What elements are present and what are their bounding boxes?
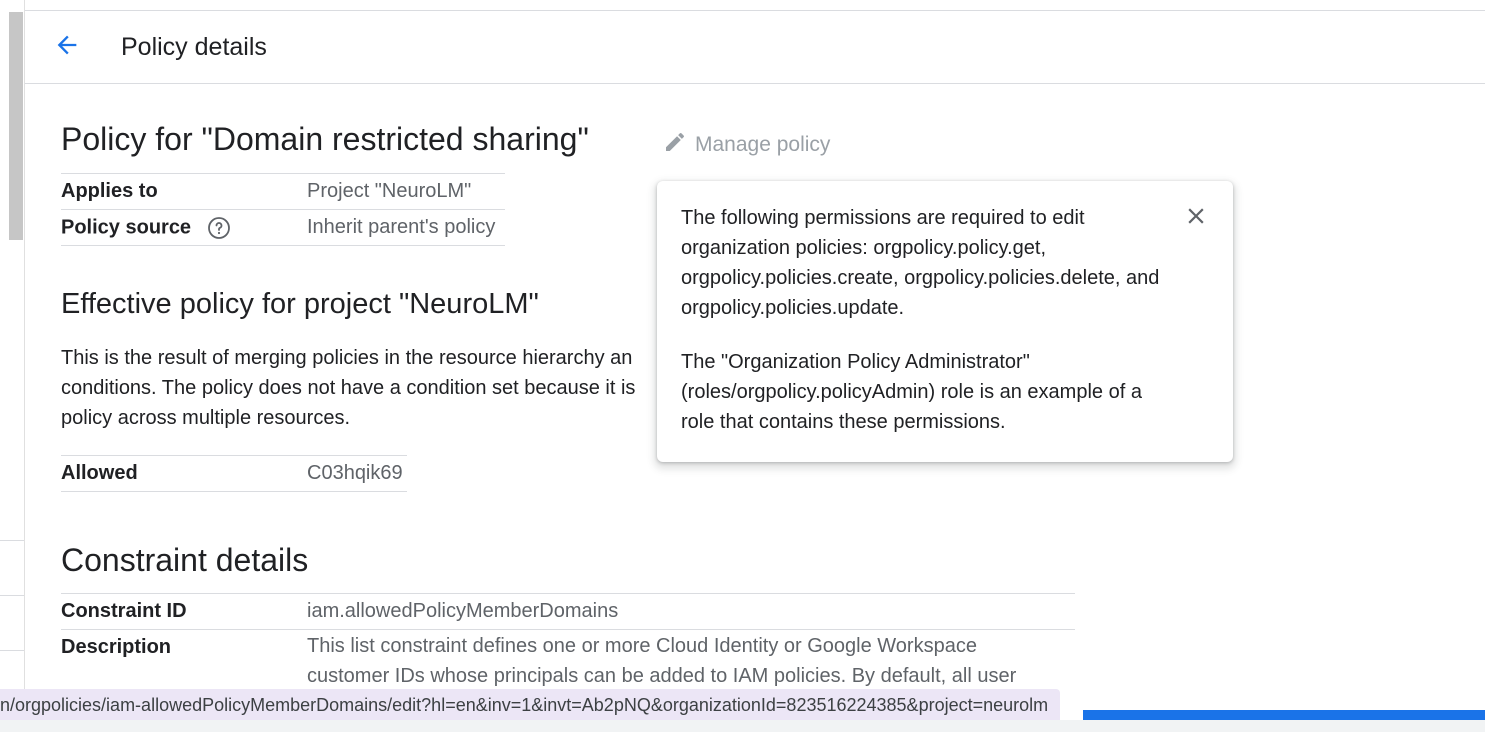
constraint-details-title: Constraint details bbox=[61, 542, 309, 578]
scrollbar-thumb[interactable] bbox=[9, 12, 23, 240]
effective-policy-table: Allowed C03hqik69 bbox=[61, 455, 407, 492]
left-rail bbox=[0, 0, 25, 732]
description-line: customer IDs whose principals can be add… bbox=[307, 665, 1017, 687]
pencil-icon bbox=[663, 130, 687, 160]
popover-permissions-text: The following permissions are required t… bbox=[681, 207, 1160, 319]
policy-info-table: Applies to Project "NeuroLM" Policy sour… bbox=[61, 173, 505, 246]
constraint-table: Constraint ID iam.allowedPolicyMemberDom… bbox=[61, 593, 1075, 691]
description-value: This list constraint defines one or more… bbox=[307, 629, 1075, 691]
allowed-value: C03hqik69 bbox=[307, 455, 407, 492]
back-button[interactable] bbox=[49, 29, 85, 65]
applies-to-label: Applies to bbox=[61, 173, 307, 210]
policy-source-value: Inherit parent's policy bbox=[307, 209, 505, 246]
constraint-id-value: iam.allowedPolicyMemberDomains bbox=[307, 593, 1075, 630]
close-button[interactable] bbox=[1179, 201, 1213, 235]
popover-role-text: The "Organization Policy Administrator" … bbox=[681, 351, 1142, 433]
top-strip bbox=[0, 0, 1485, 11]
rail-divider bbox=[0, 650, 24, 651]
allowed-label: Allowed bbox=[61, 455, 307, 492]
description-line: conditions. The policy does not have a c… bbox=[61, 377, 636, 399]
table-row: Applies to Project "NeuroLM" bbox=[61, 173, 505, 210]
policy-source-cell: Policy source bbox=[61, 209, 307, 246]
loading-progress-bar bbox=[1083, 710, 1485, 720]
table-row: Constraint ID iam.allowedPolicyMemberDom… bbox=[61, 593, 1075, 630]
effective-policy-title: Effective policy for project "NeuroLM" bbox=[61, 288, 539, 320]
description-line: policy across multiple resources. bbox=[61, 407, 350, 429]
effective-policy-description: This is the result of merging policies i… bbox=[61, 343, 661, 433]
description-line: This is the result of merging policies i… bbox=[61, 347, 633, 369]
manage-policy-label: Manage policy bbox=[695, 133, 831, 156]
rail-divider bbox=[0, 595, 24, 596]
arrow-back-icon bbox=[53, 31, 81, 64]
table-row: Description This list constraint defines… bbox=[61, 629, 1075, 691]
table-row: Allowed C03hqik69 bbox=[61, 455, 407, 492]
help-circle-icon[interactable] bbox=[207, 216, 231, 240]
policy-source-label: Policy source bbox=[61, 215, 192, 238]
bottom-strip bbox=[0, 720, 1485, 732]
status-bar-url: n/orgpolicies/iam-allowedPolicyMemberDom… bbox=[0, 689, 1061, 720]
page-title: Policy details bbox=[121, 33, 267, 61]
applies-to-value: Project "NeuroLM" bbox=[307, 173, 505, 210]
rail-divider bbox=[0, 540, 24, 541]
table-row: Policy source Inherit parent's policy bbox=[61, 209, 505, 246]
constraint-id-label: Constraint ID bbox=[61, 593, 307, 630]
page-header: Policy details bbox=[25, 11, 1485, 84]
permissions-popover: The following permissions are required t… bbox=[657, 181, 1233, 462]
manage-policy-button[interactable]: Manage policy bbox=[663, 130, 830, 160]
close-icon bbox=[1183, 203, 1209, 234]
description-label: Description bbox=[61, 629, 307, 691]
description-line: This list constraint defines one or more… bbox=[307, 635, 977, 657]
policy-title: Policy for "Domain restricted sharing" bbox=[61, 121, 589, 157]
